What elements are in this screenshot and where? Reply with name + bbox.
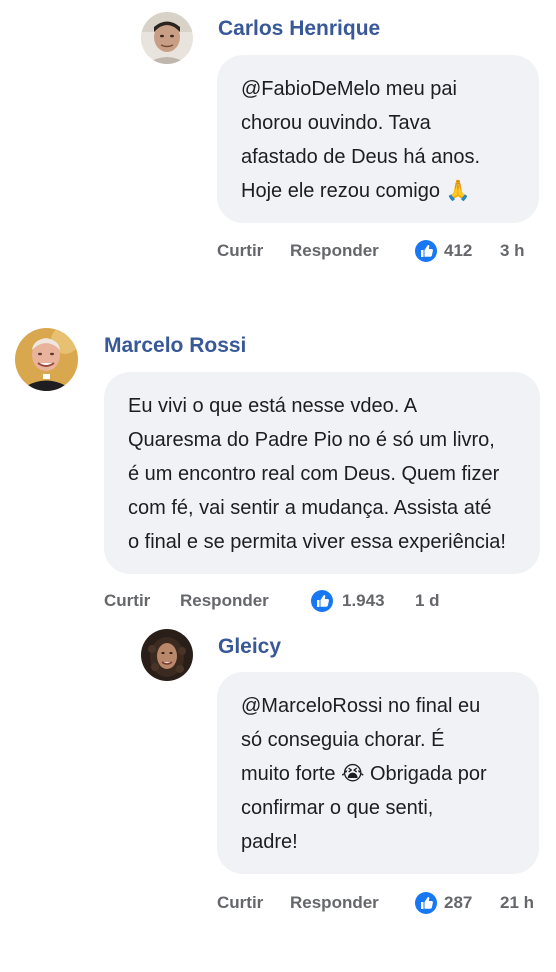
reaction-count[interactable]: 287 [444,890,472,916]
comment-actions: Curtir Responder 1.943 1 d [104,588,464,614]
comment-timestamp[interactable]: 3 h [500,238,525,264]
comment-text-line: confirmar o que senti, [241,797,434,819]
comment-timestamp[interactable]: 1 d [415,588,440,614]
comment-text-line: é um encontro real com Deus. Quem fizer [128,463,500,485]
comment-marcelo-rossi: Marcelo Rossi Eu vivi o que está nesse v… [0,310,556,620]
comment-author[interactable]: Gleicy [218,635,281,659]
comment-gleicy: Gleicy @MarceloRossi no final eu só cons… [0,620,556,930]
comment-bubble: @FabioDeMelo meu pai chorou ouvindo. Tav… [217,55,539,223]
comment-text-line: com fé, vai sentir a mudança. Assista at… [128,497,492,519]
like-icon[interactable] [311,590,333,612]
comment-text-line: @FabioDeMelo meu pai [241,78,457,100]
avatar[interactable] [141,629,193,681]
comment-text-line: @MarceloRossi no final eu [241,695,481,717]
comment-actions: Curtir Responder 412 3 h [217,238,547,264]
comment-bubble: @MarceloRossi no final eu só conseguia c… [217,672,539,874]
like-button[interactable]: Curtir [217,238,263,264]
like-button[interactable]: Curtir [217,890,263,916]
reply-button[interactable]: Responder [180,588,269,614]
comment-actions: Curtir Responder 287 21 h [217,890,547,916]
reaction-count[interactable]: 412 [444,238,472,264]
reply-button[interactable]: Responder [290,890,379,916]
comment-text-line: chorou ouvindo. Tava [241,112,431,134]
comment-text-line: Eu vivi o que está nesse vdeo. A [128,395,418,417]
like-icon[interactable] [415,892,437,914]
comment-text-line: só conseguia chorar. É [241,729,445,751]
avatar[interactable] [141,12,193,64]
reaction-count[interactable]: 1.943 [342,588,385,614]
comment-text-line: afastado de Deus há anos. [241,146,481,168]
comment-timestamp[interactable]: 21 h [500,890,534,916]
reply-button[interactable]: Responder [290,238,379,264]
comment-text-line: Hoje ele rezou comigo 🙏 [241,180,471,202]
avatar[interactable] [15,328,78,391]
comment-author[interactable]: Marcelo Rossi [104,334,246,358]
comment-author[interactable]: Carlos Henrique [218,17,380,41]
comment-text-line: padre! [241,831,298,853]
comment-text-line: Quaresma do Padre Pio no é só um livro, [128,429,495,451]
like-button[interactable]: Curtir [104,588,150,614]
comment-bubble: Eu vivi o que está nesse vdeo. A Quaresm… [104,372,540,574]
comment-carlos-henrique: Carlos Henrique @FabioDeMelo meu pai cho… [0,0,556,280]
comment-text-line: muito forte 😭 Obrigada por [241,763,487,785]
comment-text-line: o final e se permita viver essa experiên… [128,531,506,553]
like-icon[interactable] [415,240,437,262]
